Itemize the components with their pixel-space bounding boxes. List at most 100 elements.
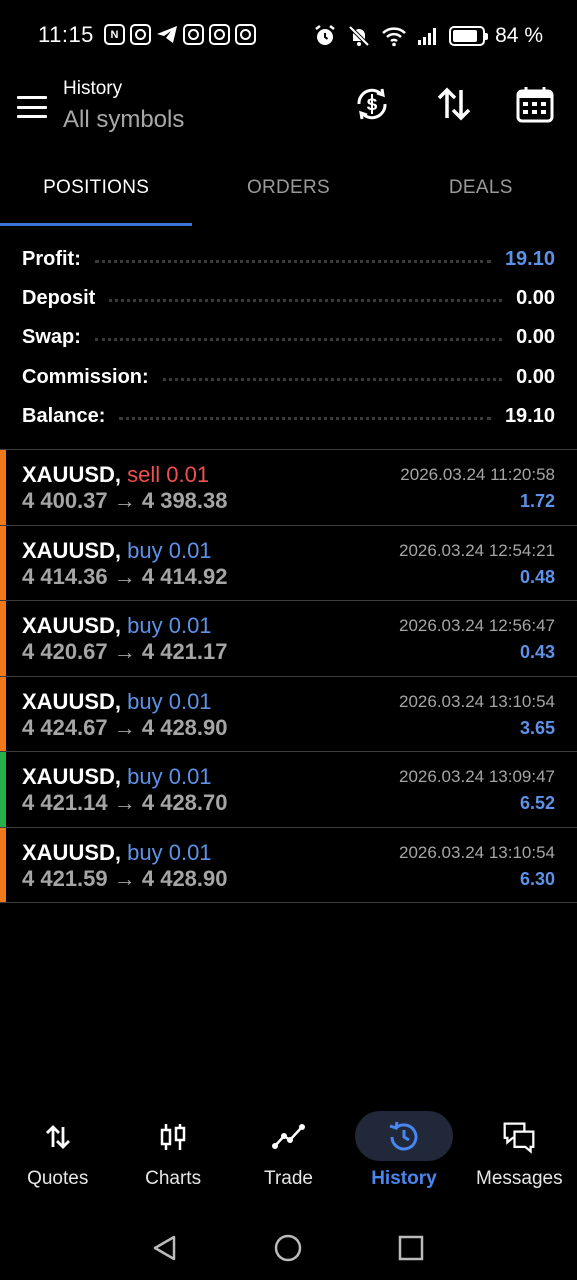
nav-messages[interactable]: Messages (462, 1100, 577, 1210)
position-time: 2026.03.24 13:09:47 (399, 767, 555, 786)
balance-value: 19.10 (504, 404, 555, 427)
position-color-bar (0, 676, 6, 751)
position-side: sell 0.01 (127, 462, 210, 487)
app-bar: History All symbols S (0, 72, 577, 144)
status-time: 11:15 (38, 22, 94, 47)
instagram-icon (235, 24, 256, 45)
position-color-bar (0, 601, 6, 676)
position-profit: 6.30 (519, 868, 555, 889)
commission-value: 0.00 (516, 365, 555, 388)
sort-icon[interactable] (434, 84, 474, 124)
currency-sync-icon[interactable]: S (352, 84, 392, 124)
candlestick-icon (156, 1120, 190, 1154)
summary-row-swap: Swap: 0.00 (0, 318, 577, 357)
page-title: History (63, 78, 123, 99)
position-row[interactable]: XAUUSD, buy 0.01 4 421.59 → 4 428.90 202… (0, 827, 577, 903)
profit-value: 19.10 (504, 248, 555, 271)
history-tabs: POSITIONS ORDERS DEALS (0, 144, 577, 226)
swap-value: 0.00 (516, 326, 555, 349)
nav-trade[interactable]: Trade (231, 1100, 346, 1210)
balance-label: Balance: (22, 404, 106, 427)
nav-label: Messages (476, 1168, 563, 1189)
back-icon[interactable] (150, 1233, 180, 1263)
profit-label: Profit: (22, 248, 81, 271)
nav-history[interactable]: History (346, 1100, 461, 1210)
position-color-bar (0, 525, 6, 600)
tab-orders[interactable]: ORDERS (192, 144, 384, 226)
nav-quotes[interactable]: Quotes (0, 1100, 115, 1210)
home-icon[interactable] (273, 1233, 303, 1263)
dot-leader (94, 338, 503, 342)
position-color-bar (0, 450, 6, 525)
position-prices: 4 421.59 → 4 428.90 (22, 865, 228, 891)
position-profit: 6.52 (519, 793, 555, 813)
position-prices: 4 400.37 → 4 398.38 (22, 488, 228, 513)
commission-label: Commission: (22, 365, 149, 388)
notification-icons: N (104, 24, 256, 45)
position-row[interactable]: XAUUSD, sell 0.01 4 400.37 → 4 398.38 20… (0, 450, 577, 526)
position-symbol: XAUUSD, (22, 688, 122, 714)
calendar-icon[interactable] (515, 84, 555, 124)
tab-positions[interactable]: POSITIONS (0, 144, 193, 226)
system-status-icons: 84 % (313, 24, 543, 48)
position-symbol: XAUUSD, (22, 764, 122, 789)
position-time: 2026.03.24 12:54:21 (399, 540, 555, 560)
position-row[interactable]: XAUUSD, buy 0.01 4 424.67 → 4 428.90 202… (0, 676, 577, 752)
dot-leader (109, 299, 503, 303)
messages-icon (502, 1120, 536, 1154)
tab-deals[interactable]: DEALS (385, 144, 577, 226)
position-side: buy 0.01 (127, 688, 212, 714)
position-row[interactable]: XAUUSD, buy 0.01 4 414.36 → 4 414.92 202… (0, 525, 577, 601)
position-color-bar (0, 752, 6, 827)
swap-label: Swap: (22, 326, 81, 349)
summary-row-commission: Commission: 0.00 (0, 358, 577, 397)
position-color-bar (0, 827, 6, 902)
nav-charts[interactable]: Charts (115, 1100, 230, 1210)
battery-fill (453, 30, 477, 42)
nav-label: History (371, 1168, 437, 1189)
n-notification-icon: N (104, 24, 125, 45)
bottom-navigation: Quotes Charts Trade History Messages (0, 1100, 577, 1210)
recents-icon[interactable] (396, 1233, 426, 1263)
status-bar: 11:15 N 84 % (0, 0, 577, 72)
position-time: 2026.03.24 12:56:47 (399, 616, 555, 635)
position-time: 2026.03.24 13:10:54 (399, 842, 555, 862)
position-side: buy 0.01 (127, 537, 212, 563)
history-clock-icon (387, 1120, 421, 1154)
system-navigation (0, 1215, 577, 1280)
deposit-value: 0.00 (516, 287, 555, 310)
position-profit: 0.43 (519, 642, 555, 662)
dot-leader (94, 260, 491, 264)
wifi-icon (382, 27, 406, 47)
telegram-icon (157, 26, 177, 43)
deposit-label: Deposit (22, 287, 96, 310)
summary-row-deposit: Deposit 0.00 (0, 279, 577, 318)
instagram-icon (130, 24, 151, 45)
position-side: buy 0.01 (127, 764, 212, 789)
symbol-filter[interactable]: All symbols (63, 106, 184, 134)
position-prices: 4 424.67 → 4 428.90 (22, 714, 228, 740)
instagram-icon (209, 24, 230, 45)
position-symbol: XAUUSD, (22, 613, 122, 638)
battery-icon (449, 26, 489, 46)
summary-row-profit: Profit: 19.10 (0, 240, 577, 279)
position-time: 2026.03.24 13:10:54 (399, 691, 555, 711)
position-prices: 4 420.67 → 4 421.17 (22, 639, 228, 664)
alarm-icon (315, 25, 335, 45)
position-symbol: XAUUSD, (22, 839, 122, 865)
position-symbol: XAUUSD, (22, 537, 122, 563)
nav-label: Charts (145, 1168, 202, 1189)
menu-icon[interactable] (17, 96, 47, 118)
position-row[interactable]: XAUUSD, buy 0.01 4 420.67 → 4 421.17 202… (0, 601, 577, 677)
dot-leader (119, 416, 491, 420)
position-profit: 0.48 (519, 566, 555, 587)
summary-panel: Profit: 19.10 Deposit 0.00 Swap: 0.00 Co… (0, 240, 577, 436)
positions-list: XAUUSD, sell 0.01 4 400.37 → 4 398.38 20… (0, 450, 577, 903)
nav-label: Trade (264, 1168, 313, 1189)
position-row[interactable]: XAUUSD, buy 0.01 4 421.14 → 4 428.70 202… (0, 752, 577, 828)
position-symbol: XAUUSD, (22, 462, 122, 487)
position-profit: 1.72 (519, 491, 555, 511)
battery-percent: 84 % (495, 24, 543, 47)
dot-leader (162, 377, 503, 381)
position-side: buy 0.01 (127, 613, 212, 638)
